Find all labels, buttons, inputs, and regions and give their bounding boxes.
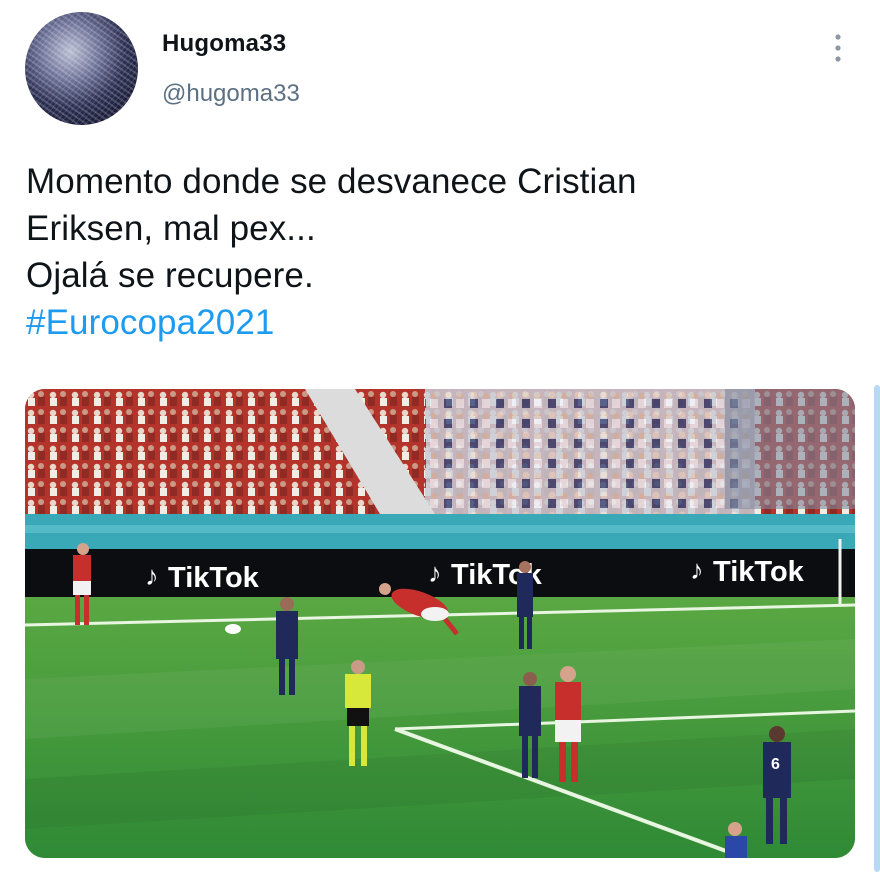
ad-board-label: TikTok [168, 562, 260, 594]
svg-text:6: 6 [771, 756, 780, 773]
football-match-frame: ♪ TikTok ♪ TikTok ♪ TikTok 6 [25, 389, 855, 858]
user-handle[interactable]: @hugoma33 [162, 80, 300, 108]
tweet-media-video[interactable]: ♪ TikTok ♪ TikTok ♪ TikTok 6 [25, 389, 855, 858]
svg-text:♪: ♪ [690, 555, 704, 585]
tweet-text-line: Momento donde se desvanece Cristian [26, 162, 637, 201]
vertical-ellipsis-icon [835, 34, 841, 62]
hashtag-link[interactable]: #Eurocopa2021 [26, 299, 846, 346]
ad-board-label: TikTok [713, 556, 805, 588]
avatar-texture [25, 12, 138, 125]
svg-text:♪: ♪ [428, 558, 442, 588]
more-options-button[interactable] [823, 28, 853, 68]
avatar[interactable] [25, 12, 138, 125]
tweet-text: Momento donde se desvanece Cristian Erik… [26, 158, 846, 346]
tweet-text-line: Eriksen, mal pex... [26, 209, 316, 248]
scrollbar[interactable] [874, 385, 880, 872]
tweet-text-line: Ojalá se recupere. [26, 256, 314, 295]
svg-text:♪: ♪ [145, 561, 159, 591]
tweet-card: Hugoma33 @hugoma33 Momento donde se desv… [0, 0, 880, 872]
display-name[interactable]: Hugoma33 [162, 30, 286, 58]
